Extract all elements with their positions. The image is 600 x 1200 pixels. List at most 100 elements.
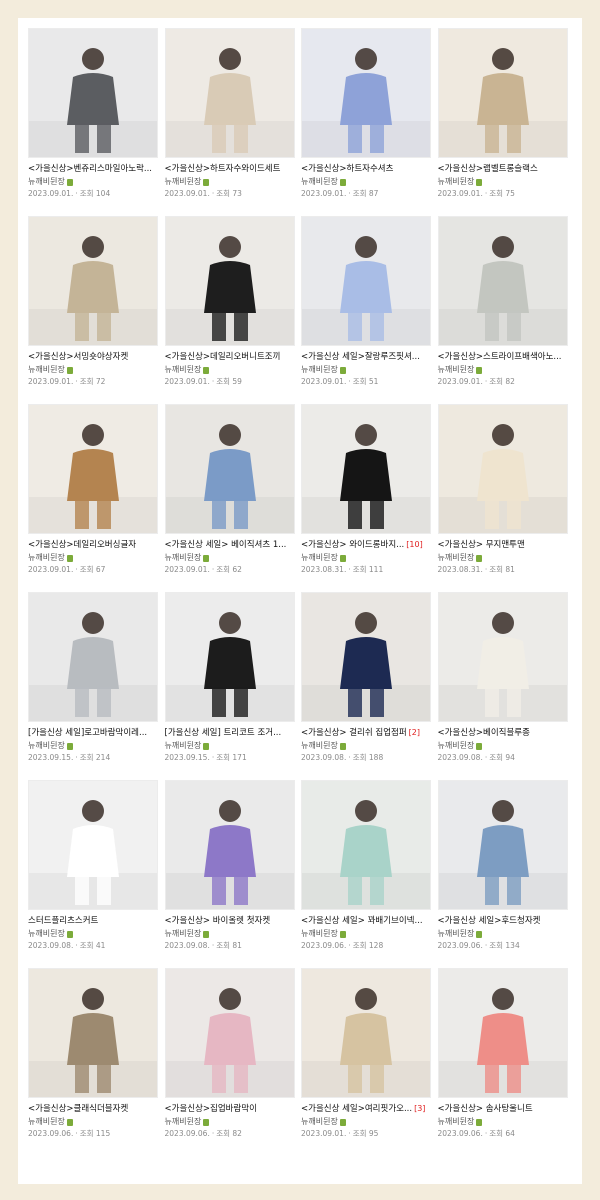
product-thumbnail[interactable] — [28, 28, 158, 158]
product-title[interactable]: 스터드플리츠스커트 — [28, 914, 156, 928]
product-title[interactable]: <가을신상>하트자수셔츠 — [301, 162, 429, 176]
product-title[interactable]: <가을신상>데일리오버니트조끼 — [165, 350, 293, 364]
product-thumbnail[interactable] — [28, 968, 158, 1098]
author-name[interactable]: 뉴깨비뒨장 — [301, 1116, 438, 1128]
product-card[interactable]: <가을신상 세일>잘랑루즈핏셔... 뉴깨비뒨장 2023.09.01. · 조회 … — [301, 216, 438, 388]
author-name[interactable]: 뉴깨비뒨장 — [165, 552, 302, 564]
comment-count[interactable]: [2] — [409, 728, 420, 737]
product-title[interactable]: [가을신상 세일] 트리코트 조거... — [165, 726, 293, 740]
product-thumbnail[interactable] — [301, 968, 431, 1098]
product-thumbnail[interactable] — [301, 216, 431, 346]
author-name[interactable]: 뉴깨비뒨장 — [165, 740, 302, 752]
product-card[interactable]: [가을신상 세일] 트리코트 조거... 뉴깨비뒨장 2023.09.15. · 조… — [164, 592, 302, 764]
product-card[interactable]: <가을신상 세일>후드청자켓 뉴깨비뒨장 2023.09.06. · 조회 134 — [437, 780, 575, 952]
author-name[interactable]: 뉴깨비뒨장 — [28, 176, 165, 188]
product-title[interactable]: <가을신상> 솜사탕울니트 — [438, 1102, 566, 1116]
product-title[interactable]: <가을신상 세일>여리핏가오... [3] — [301, 1102, 429, 1116]
product-thumbnail[interactable] — [164, 216, 295, 346]
product-thumbnail[interactable] — [28, 780, 158, 910]
product-card[interactable]: <가을신상> 와이드롱바지... [10] 뉴깨비뒨장 2023.08.31. · 조… — [301, 404, 438, 576]
product-card[interactable]: <가을신상>집업바람막이 뉴깨비뒨장 2023.09.06. · 조회 82 — [164, 968, 302, 1140]
product-title[interactable]: <가을신상>하트자수와이드세트 — [165, 162, 293, 176]
author-name[interactable]: 뉴깨비뒨장 — [28, 1116, 165, 1128]
product-card[interactable]: <가을신상>데일리오버싱글자 뉴깨비뒨장 2023.09.01. · 조회 67 — [28, 404, 165, 576]
product-title[interactable]: <가을신상>벤쥬리스마일아노락... — [28, 162, 156, 176]
product-card[interactable]: <가을신상>서밍숏야상자켓 뉴깨비뒨장 2023.09.01. · 조회 72 — [28, 216, 165, 388]
product-photo-placeholder — [438, 29, 567, 157]
product-thumbnail[interactable] — [301, 780, 431, 910]
author-name[interactable]: 뉴깨비뒨장 — [301, 176, 438, 188]
product-title[interactable]: <가을신상>데일리오버싱글자 — [28, 538, 156, 552]
product-card[interactable]: <가을신상>하트자수와이드세트 뉴깨비뒨장 2023.09.01. · 조회 73 — [164, 28, 302, 200]
author-name[interactable]: 뉴깨비뒨장 — [438, 176, 575, 188]
product-thumbnail[interactable] — [301, 404, 431, 534]
product-card[interactable]: <가을신상 세일> 꽈배기브이넥... 뉴깨비뒨장 2023.09.06. · 조회… — [301, 780, 438, 952]
author-name[interactable]: 뉴깨비뒨장 — [438, 364, 575, 376]
product-title[interactable]: <가을신상> 바이올렛 첫자켓 — [165, 914, 293, 928]
product-card[interactable]: <가을신상>벤쥬리스마일아노락... 뉴깨비뒨장 2023.09.01. · 조회 … — [28, 28, 165, 200]
author-name[interactable]: 뉴깨비뒨장 — [28, 740, 165, 752]
product-thumbnail[interactable] — [28, 404, 158, 534]
product-card[interactable]: [가을신상 세일]로고바람막이레... 뉴깨비뒨장 2023.09.15. · 조회… — [28, 592, 165, 764]
author-name[interactable]: 뉴깨비뒨장 — [165, 1116, 302, 1128]
product-thumbnail[interactable] — [437, 404, 568, 534]
product-thumbnail[interactable] — [28, 592, 158, 722]
product-thumbnail[interactable] — [164, 28, 295, 158]
product-card[interactable]: <가을신상>스트라이프배색아노... 뉴깨비뒨장 2023.09.01. · 조회 … — [437, 216, 575, 388]
product-title[interactable]: <가을신상>클래식더블자켓 — [28, 1102, 156, 1116]
product-card[interactable]: <가을신상> 걸리쉬 집업점퍼 [2] 뉴깨비뒨장 2023.09.08. · 조회 … — [301, 592, 438, 764]
author-name[interactable]: 뉴깨비뒨장 — [301, 740, 438, 752]
product-card[interactable]: <가을신상 세일> 베이직셔츠 1... 뉴깨비뒨장 2023.09.01. · 조… — [164, 404, 302, 576]
product-thumbnail[interactable] — [164, 968, 295, 1098]
author-name[interactable]: 뉴깨비뒨장 — [438, 740, 575, 752]
product-card[interactable]: <가을신상>베이직블루종 뉴깨비뒨장 2023.09.08. · 조회 94 — [437, 592, 575, 764]
product-card[interactable]: <가을신상> 무지맨투맨 뉴깨비뒨장 2023.08.31. · 조회 81 — [437, 404, 575, 576]
product-card[interactable]: <가을신상 세일>여리핏가오... [3] 뉴깨비뒨장 2023.09.01. · 조… — [301, 968, 438, 1140]
product-thumbnail[interactable] — [437, 28, 568, 158]
product-title[interactable]: <가을신상>랩벨트롱슬랙스 — [438, 162, 566, 176]
product-title[interactable]: <가을신상 세일>잘랑루즈핏셔... — [301, 350, 429, 364]
author-name[interactable]: 뉴깨비뒨장 — [438, 1116, 575, 1128]
product-thumbnail[interactable] — [437, 780, 568, 910]
author-name[interactable]: 뉴깨비뒨장 — [28, 364, 165, 376]
product-title[interactable]: <가을신상>베이직블루종 — [438, 726, 566, 740]
product-thumbnail[interactable] — [437, 216, 568, 346]
product-card[interactable]: <가을신상> 바이올렛 첫자켓 뉴깨비뒨장 2023.09.08. · 조회 81 — [164, 780, 302, 952]
author-name[interactable]: 뉴깨비뒨장 — [301, 928, 438, 940]
product-title[interactable]: <가을신상 세일>후드청자켓 — [438, 914, 566, 928]
author-name[interactable]: 뉴깨비뒨장 — [301, 364, 438, 376]
author-name[interactable]: 뉴깨비뒨장 — [28, 552, 165, 564]
author-name[interactable]: 뉴깨비뒨장 — [165, 176, 302, 188]
product-thumbnail[interactable] — [301, 28, 431, 158]
author-name[interactable]: 뉴깨비뒨장 — [28, 928, 165, 940]
author-name[interactable]: 뉴깨비뒨장 — [438, 552, 575, 564]
product-card[interactable]: <가을신상>랩벨트롱슬랙스 뉴깨비뒨장 2023.09.01. · 조회 75 — [437, 28, 575, 200]
product-title[interactable]: <가을신상> 와이드롱바지... [10] — [301, 538, 429, 552]
product-title[interactable]: [가을신상 세일]로고바람막이레... — [28, 726, 156, 740]
product-title[interactable]: <가을신상>서밍숏야상자켓 — [28, 350, 156, 364]
product-thumbnail[interactable] — [437, 968, 568, 1098]
author-name[interactable]: 뉴깨비뒨장 — [438, 928, 575, 940]
product-thumbnail[interactable] — [164, 592, 295, 722]
author-name[interactable]: 뉴깨비뒨장 — [301, 552, 438, 564]
product-card[interactable]: <가을신상> 솜사탕울니트 뉴깨비뒨장 2023.09.06. · 조회 64 — [437, 968, 575, 1140]
product-title[interactable]: <가을신상 세일> 꽈배기브이넥... — [301, 914, 429, 928]
product-title[interactable]: <가을신상>스트라이프배색아노... — [438, 350, 566, 364]
author-name[interactable]: 뉴깨비뒨장 — [165, 928, 302, 940]
product-card[interactable]: <가을신상>클래식더블자켓 뉴깨비뒨장 2023.09.06. · 조회 115 — [28, 968, 165, 1140]
author-name[interactable]: 뉴깨비뒨장 — [165, 364, 302, 376]
product-title[interactable]: <가을신상> 무지맨투맨 — [438, 538, 566, 552]
product-thumbnail[interactable] — [28, 216, 158, 346]
product-thumbnail[interactable] — [164, 404, 295, 534]
product-title[interactable]: <가을신상> 걸리쉬 집업점퍼 [2] — [301, 726, 429, 740]
product-thumbnail[interactable] — [301, 592, 431, 722]
comment-count[interactable]: [10] — [406, 540, 422, 549]
product-thumbnail[interactable] — [164, 780, 295, 910]
product-card[interactable]: <가을신상>하트자수셔츠 뉴깨비뒨장 2023.09.01. · 조회 87 — [301, 28, 438, 200]
product-card[interactable]: 스터드플리츠스커트 뉴깨비뒨장 2023.09.08. · 조회 41 — [28, 780, 165, 952]
product-card[interactable]: <가을신상>데일리오버니트조끼 뉴깨비뒨장 2023.09.01. · 조회 59 — [164, 216, 302, 388]
product-thumbnail[interactable] — [437, 592, 568, 722]
comment-count[interactable]: [3] — [414, 1104, 425, 1113]
product-title[interactable]: <가을신상>집업바람막이 — [165, 1102, 293, 1116]
product-title[interactable]: <가을신상 세일> 베이직셔츠 1... — [165, 538, 293, 552]
